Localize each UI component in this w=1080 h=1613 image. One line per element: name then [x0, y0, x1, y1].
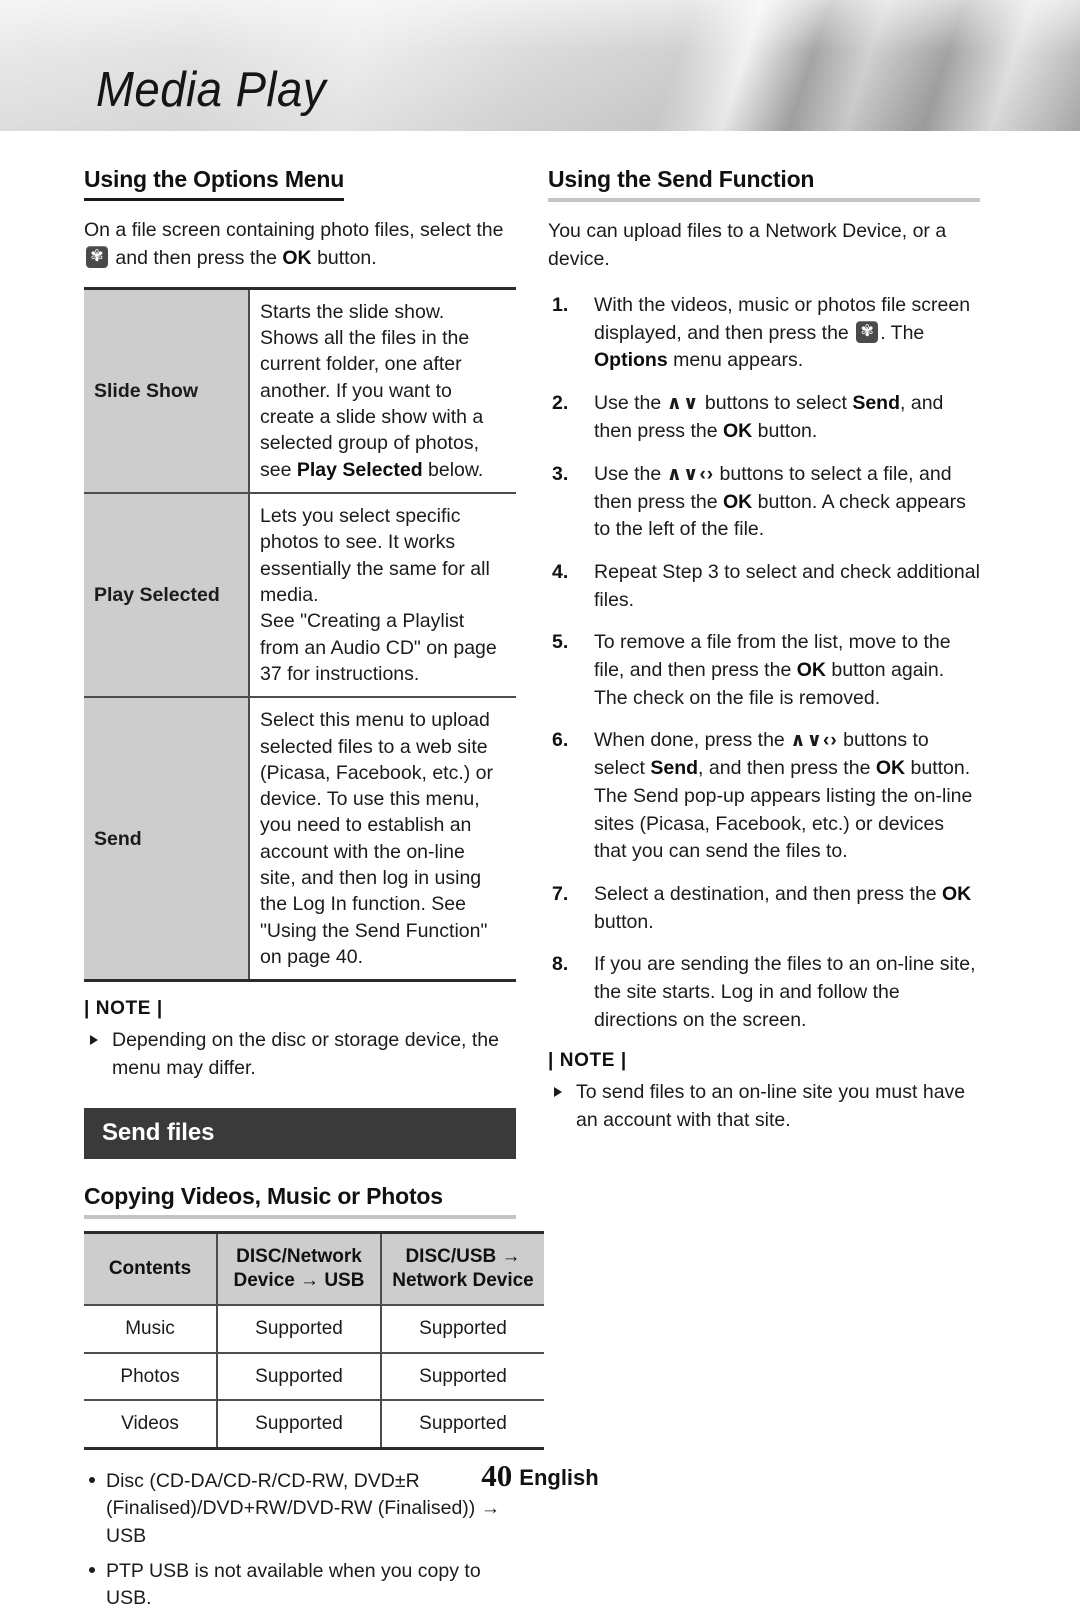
note-label-left: | NOTE |: [84, 998, 163, 1020]
note-list-left: Depending on the disc or storage device,…: [84, 1027, 516, 1082]
option-description: Lets you select specific photos to see. …: [249, 493, 516, 698]
direction-chevrons-icon: ∧∨: [666, 392, 700, 414]
support-status-cell: Supported: [419, 1317, 507, 1339]
note-item: To send files to an on-line site you mus…: [548, 1079, 980, 1134]
direction-chevrons-icon: ∧∨‹›: [790, 730, 838, 752]
step-item: If you are sending the files to an on-li…: [552, 951, 976, 1031]
content-type-cell: Photos: [84, 1352, 218, 1401]
section-banner-send-files: Send files: [84, 1107, 516, 1159]
note-list-right: To send files to an on-line site you mus…: [548, 1079, 980, 1134]
column-header: Contents: [84, 1232, 218, 1305]
step-item: Repeat Step 3 to select and check additi…: [552, 559, 980, 611]
column-header: DISC/USB → Network Device: [381, 1232, 544, 1305]
right-column: Using the Send Function You can upload f…: [548, 166, 980, 1134]
page-language: English: [519, 1465, 599, 1490]
table-row: Photos Supported Supported: [84, 1352, 544, 1401]
support-status-cell: Supported: [217, 1400, 382, 1449]
step-item: Use the ∧∨ buttons to select Send, and t…: [552, 390, 944, 442]
emphasis: OK: [875, 757, 906, 780]
option-name: Send: [84, 697, 250, 981]
content-type-cell: Videos: [84, 1400, 218, 1449]
table-row: Slide Show Starts the slide show. Shows a…: [84, 288, 516, 493]
table-row: Videos Supported Supported: [84, 1400, 544, 1449]
emphasis: OK: [796, 658, 826, 681]
option-description: Select this menu to upload selected file…: [249, 697, 516, 981]
option-description: Starts the slide show. Shows all the fil…: [249, 288, 516, 493]
step-item: To remove a file from the list, move to …: [552, 629, 951, 709]
step-item: When done, press the ∧∨‹› buttons to sel…: [552, 727, 973, 863]
emphasis: Send: [852, 391, 901, 414]
table-row: Send Select this menu to upload selected …: [84, 697, 516, 981]
step-item: Select a destination, and then press the…: [552, 881, 972, 933]
support-status-cell: Supported: [419, 1413, 507, 1435]
note-label-right: | NOTE |: [548, 1050, 627, 1072]
support-status-cell: Supported: [217, 1304, 382, 1353]
left-column: Using the Options Menu On a file screen …: [84, 166, 544, 1613]
heading-using-options-menu: Using the Options Menu: [84, 166, 516, 202]
bullet-item: PTP USB is not available when you copy t…: [84, 1558, 516, 1613]
direction-chevrons-icon: ∧∨‹›: [666, 463, 715, 485]
option-name: Play Selected: [84, 493, 250, 698]
send-function-steps: With the videos, music or photos file sc…: [548, 292, 980, 1035]
emphasis: OK: [941, 883, 972, 906]
column-header: DISC/Network Device → USB: [217, 1232, 382, 1305]
note-item: Depending on the disc or storage device,…: [84, 1027, 516, 1082]
heading-using-send-function: Using the Send Function: [548, 166, 815, 192]
page-number: 40: [481, 1458, 513, 1493]
page-title: Media Play: [96, 63, 327, 117]
support-status-cell: Supported: [419, 1365, 507, 1387]
gear-icon: [86, 246, 108, 269]
table-row: Music Supported Supported: [84, 1304, 544, 1353]
copy-support-table: Contents DISC/Network Device → USB DISC/USB…: [84, 1231, 544, 1450]
options-menu-intro: On a file screen containing photo files,…: [84, 217, 516, 272]
emphasis: Options: [594, 349, 668, 372]
emphasis: Send: [650, 757, 699, 780]
page-footer: 40 English: [0, 1458, 1080, 1494]
heading-copying-media: Copying Videos, Music or Photos: [84, 1182, 443, 1209]
content-type-cell: Music: [84, 1304, 218, 1353]
emphasis: OK: [723, 419, 753, 442]
table-header-row: Contents DISC/Network Device → USB DISC/USB…: [84, 1232, 544, 1305]
option-name: Slide Show: [84, 288, 250, 493]
step-item: Use the ∧∨‹› buttons to select a file, a…: [552, 461, 966, 541]
emphasis: Play Selected: [296, 458, 423, 481]
gear-icon: [856, 320, 879, 343]
step-item: With the videos, music or photos file sc…: [548, 292, 980, 375]
options-menu-table: Slide Show Starts the slide show. Shows a…: [84, 287, 516, 983]
heading-rule-copying: [84, 1215, 516, 1220]
heading-rule-send-function: [548, 198, 980, 203]
table-row: Play Selected Lets you select specific ph…: [84, 493, 516, 698]
support-status-cell: Supported: [217, 1352, 382, 1401]
send-function-intro: You can upload files to a Network Device…: [548, 220, 947, 271]
emphasis: OK: [723, 490, 753, 513]
